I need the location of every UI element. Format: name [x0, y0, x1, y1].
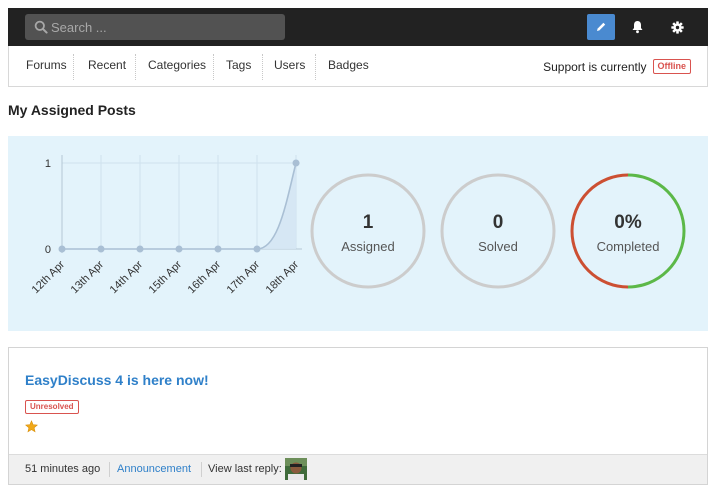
search-box[interactable]	[25, 14, 285, 40]
assigned-posts-chart: 0 1 12th Apr 13th Apr 14th Apr 15th Apr 16th A…	[30, 155, 302, 296]
x-tick-label: 15th Apr	[147, 258, 185, 296]
data-point	[253, 245, 261, 253]
support-label: Support is currently	[543, 59, 647, 74]
post-title-link[interactable]: EasyDiscuss 4 is here now!	[25, 372, 209, 388]
page-title: My Assigned Posts	[8, 102, 136, 118]
solved-stat: 0 Solved	[440, 212, 556, 254]
assigned-stat: 1 Assigned	[310, 212, 426, 254]
offline-badge: Offline	[652, 59, 691, 74]
data-point	[136, 245, 144, 253]
compose-button[interactable]	[587, 14, 615, 40]
y-tick-label: 0	[45, 244, 51, 256]
completed-stat: 0% Completed	[570, 212, 686, 254]
meta-divider	[201, 462, 202, 477]
post-category-link[interactable]: Announcement	[117, 455, 191, 484]
last-reply-label: View last reply:	[208, 463, 282, 475]
assigned-count: 1	[362, 212, 374, 233]
data-point	[175, 245, 183, 253]
nav-divider	[73, 54, 74, 80]
gear-icon	[670, 20, 684, 34]
data-point	[214, 245, 222, 253]
main-nav: Forums Recent Categories Tags Users Badg…	[8, 46, 708, 87]
avatar[interactable]	[285, 458, 307, 480]
x-tick-label: 13th Apr	[69, 258, 107, 296]
search-icon	[34, 20, 48, 34]
x-tick-label: 17th Apr	[225, 258, 263, 296]
solved-label: Solved	[478, 239, 518, 254]
status-badge: Unresolved	[25, 400, 79, 414]
x-tick-label: 18th Apr	[264, 258, 302, 296]
bell-icon	[632, 21, 642, 34]
top-toolbar	[8, 8, 708, 46]
notifications-button[interactable]	[623, 14, 651, 40]
data-point	[292, 159, 300, 167]
solved-count: 0	[492, 212, 504, 233]
nav-categories[interactable]: Categories	[136, 46, 218, 86]
settings-button[interactable]	[663, 14, 691, 40]
search-input[interactable]	[51, 14, 277, 40]
star-icon	[25, 420, 38, 433]
nav-users[interactable]: Users	[262, 46, 317, 86]
meta-divider	[109, 462, 110, 477]
x-tick-label: 12th Apr	[30, 258, 68, 296]
nav-forums[interactable]: Forums	[14, 46, 79, 86]
completed-percent: 0%	[614, 212, 642, 233]
completed-label: Completed	[596, 239, 660, 254]
x-tick-label: 14th Apr	[108, 258, 146, 296]
post-time: 51 minutes ago	[25, 463, 101, 475]
nav-recent[interactable]: Recent	[76, 46, 138, 86]
post-card: EasyDiscuss 4 is here now! Unresolved 51…	[8, 347, 708, 485]
nav-tags[interactable]: Tags	[214, 46, 263, 86]
assigned-label: Assigned	[341, 239, 395, 254]
stats-panel: 0 1 12th Apr 13th Apr 14th Apr 15th Apr 16th A…	[8, 136, 708, 331]
data-point	[97, 245, 105, 253]
post-meta-bar: 51 minutes ago Announcement View last re…	[9, 454, 707, 484]
y-tick-label: 1	[45, 158, 51, 170]
x-tick-label: 16th Apr	[186, 258, 224, 296]
nav-badges[interactable]: Badges	[316, 46, 381, 86]
pencil-icon	[597, 22, 606, 31]
support-status: Support is currently Offline	[543, 59, 691, 74]
data-point	[58, 245, 66, 253]
